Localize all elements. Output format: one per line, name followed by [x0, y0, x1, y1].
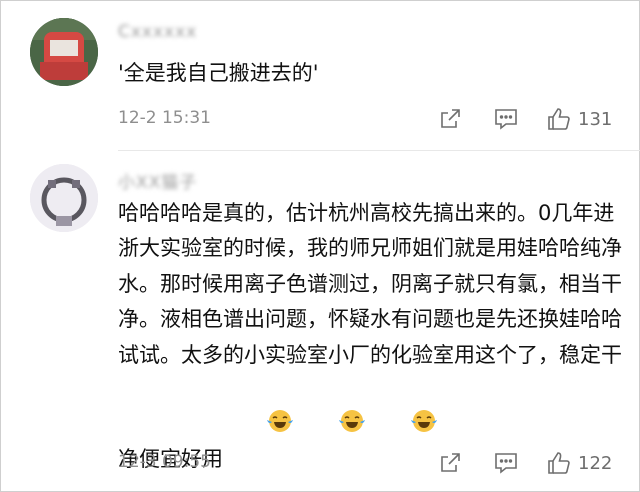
share-icon: [441, 109, 460, 128]
reply-button[interactable]: [493, 104, 519, 134]
share-button[interactable]: [438, 448, 462, 478]
like-count: 122: [578, 452, 613, 474]
comment-meta: 12-3 09:55 122: [118, 448, 638, 478]
username[interactable]: Cxxxxxx: [118, 22, 197, 42]
comment-text: 哈哈哈哈是真的，估计杭州高校先搞出来的。0几年进浙大实验室的时候，我的师兄师姐们…: [118, 196, 623, 481]
like-button[interactable]: 131: [546, 104, 612, 134]
like-count: 131: [578, 108, 613, 130]
like-button[interactable]: 122: [546, 448, 612, 478]
thumbs-up-icon: [548, 452, 570, 474]
share-icon: [441, 453, 460, 472]
timestamp: 12-2 15:31: [118, 108, 211, 128]
comment-meta: 12-2 15:31 131: [118, 104, 638, 134]
thumbs-up-icon: [548, 108, 570, 130]
comment-icon: [495, 453, 517, 474]
reply-button[interactable]: [493, 448, 519, 478]
share-button[interactable]: [438, 104, 462, 134]
comment-item: 小XX猫子 哈哈哈哈是真的，估计杭州高校先搞出来的。0几年进浙大实验室的时候，我…: [0, 150, 638, 492]
timestamp: 12-3 09:55: [118, 452, 211, 472]
comment-icon: [495, 109, 517, 130]
comment-item: Cxxxxxx '全是我自己搬进去的' 12-2 15:31 131: [0, 0, 638, 150]
avatar[interactable]: [30, 164, 98, 232]
avatar[interactable]: [30, 18, 98, 86]
comment-text: '全是我自己搬进去的': [118, 61, 319, 85]
username[interactable]: 小XX猫子: [118, 168, 197, 193]
